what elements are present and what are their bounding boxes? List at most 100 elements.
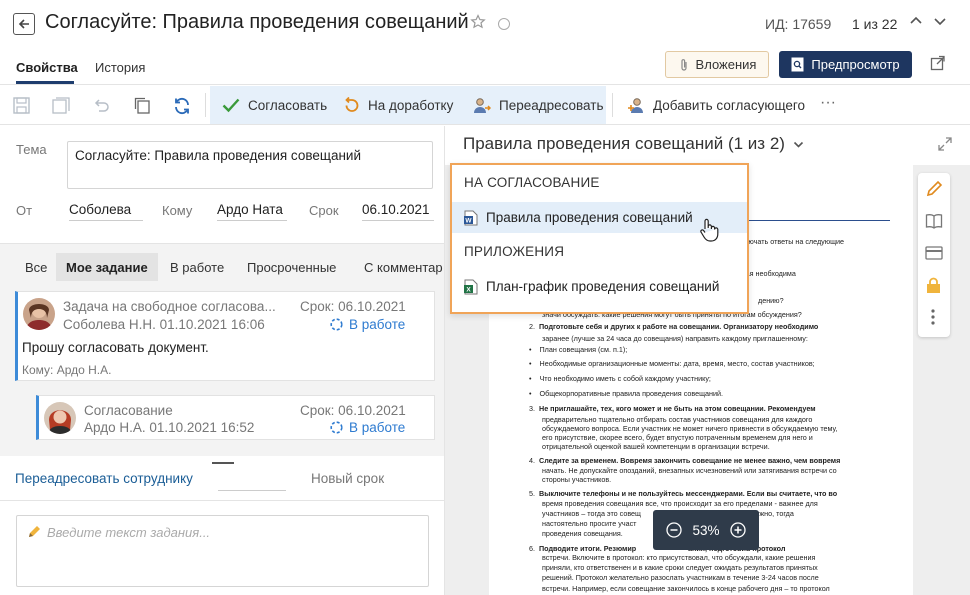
in-progress-icon [330, 318, 343, 331]
save-icon[interactable] [13, 97, 30, 114]
zoom-in-icon[interactable] [729, 522, 746, 538]
task-status: В работе [330, 317, 405, 332]
to-field[interactable]: Ардо Ната [217, 202, 287, 221]
rework-label: На доработку [368, 98, 454, 113]
deadline-field[interactable]: 06.10.2021 [362, 202, 434, 221]
page-text-line: приняли, кто ответственен и в какие срок… [542, 563, 818, 572]
page-text-line: дению? [758, 296, 784, 305]
toolbar-separator [205, 93, 206, 117]
document-selector[interactable]: Правила проведения совещаний (1 из 2) [463, 134, 804, 154]
zoom-level: 53% [692, 522, 720, 538]
page-text-line: отрицательной оценкой вашей компетенции … [542, 442, 770, 451]
add-approver-button[interactable]: Добавить согласующего [627, 97, 805, 114]
to-label: Кому [162, 203, 193, 218]
more-actions-button[interactable]: ··· [820, 94, 836, 112]
resize-handle[interactable] [212, 462, 234, 464]
page-text-line: • Что необходимо иметь с собой каждому у… [529, 374, 711, 383]
refresh-icon[interactable] [173, 97, 191, 115]
redirect-to-employee-link[interactable]: Переадресовать сотруднику [15, 471, 193, 486]
page-text-line: 4. Следите за временем. Вовремя закончит… [529, 456, 841, 465]
page-text-line: 5. Выключите телефоны и не пользуйтесь м… [529, 489, 838, 498]
task-author-date: Ардо Н.А. 01.10.2021 16:52 [84, 420, 255, 435]
employee-input[interactable] [218, 490, 286, 491]
svg-text:W: W [465, 217, 472, 224]
page-text-line: стороны участников. [542, 475, 612, 484]
dropdown-item-schedule[interactable]: X План-график проведения совещаний [452, 271, 747, 302]
avatar [44, 402, 76, 434]
in-progress-icon [330, 421, 343, 434]
save-all-icon[interactable] [52, 97, 70, 114]
document-title: Правила проведения совещаний (1 из 2) [463, 134, 785, 153]
filter-tab-with-comments[interactable]: С комментар [364, 260, 444, 275]
page-title: Согласуйте: Правила проведения совещаний [45, 11, 469, 33]
approve-button[interactable]: Согласовать [222, 97, 327, 113]
page-text-line: заранее (лучше за 24 часа до совещания) … [542, 334, 808, 343]
new-deadline-input[interactable]: Новый срок [311, 471, 384, 486]
approve-label: Согласовать [248, 97, 328, 113]
arrow-left-icon [18, 19, 29, 29]
from-field[interactable]: Соболева [69, 202, 143, 221]
zoom-out-icon[interactable] [666, 522, 683, 538]
document-counter: 1 из 22 [852, 16, 898, 32]
add-approver-label: Добавить согласующего [653, 98, 806, 113]
zoom-control: 53% [653, 510, 759, 550]
back-button[interactable] [13, 13, 35, 35]
dropdown-section-header: ПРИЛОЖЕНИЯ [464, 244, 565, 259]
edit-pencil-icon[interactable] [925, 180, 943, 198]
page-text-line: решений. Протокол желательно разослать у… [542, 573, 819, 582]
page-text-line: ключать ответы на следующие [741, 237, 845, 246]
book-icon[interactable] [925, 213, 943, 229]
user-redirect-icon [474, 98, 491, 113]
filter-tab-in-progress[interactable]: В работе [170, 260, 224, 275]
page-text-line: 3. Не приглашайте, тех, кого может и не … [529, 404, 816, 413]
chevron-down-icon [793, 141, 804, 148]
page-text-line: , какая необходима [731, 269, 796, 278]
chevron-down-icon[interactable] [933, 14, 947, 28]
redirect-button[interactable]: Переадресовать [473, 97, 604, 114]
filter-tab-overdue[interactable]: Просроченные [247, 260, 336, 275]
add-user-icon [628, 98, 643, 113]
task-title: Задача на свободное согласова... [63, 299, 276, 314]
return-icon [345, 97, 359, 112]
expand-icon[interactable] [937, 136, 953, 152]
card-icon[interactable] [925, 246, 943, 260]
paperclip-icon [680, 58, 687, 71]
task-recipient: Кому: Ардо Н.А. [22, 363, 112, 377]
lock-icon[interactable] [926, 277, 941, 294]
document-preview-icon [791, 57, 804, 72]
task-status: В работе [330, 420, 405, 435]
task-text-input[interactable]: Введите текст задания... [16, 515, 429, 587]
filter-tab-my-task[interactable]: Мое задание [56, 253, 158, 281]
svg-text:X: X [466, 286, 471, 293]
tab-properties[interactable]: Свойства [16, 60, 78, 75]
excel-file-icon: X [464, 279, 478, 294]
copy-icon[interactable] [134, 97, 150, 114]
topic-field[interactable]: Согласуйте: Правила проведения совещаний [67, 141, 433, 189]
task-deadline: Срок: 06.10.2021 [300, 403, 406, 418]
page-text-line: 2. Подготовьте себя и других к работе на… [529, 322, 819, 331]
attachments-button[interactable]: Вложения [665, 51, 769, 78]
checkmark-icon [222, 98, 240, 113]
pencil-icon [29, 526, 40, 537]
undo-icon[interactable] [93, 97, 110, 114]
section-divider [0, 500, 444, 501]
task-author-date: Соболева Н.Н. 01.10.2021 16:06 [63, 317, 265, 332]
from-label: От [16, 203, 33, 218]
toolbar-separator [612, 93, 613, 117]
chevron-up-icon[interactable] [909, 14, 923, 28]
dropdown-section-header: НА СОГЛАСОВАНИЕ [464, 175, 600, 190]
preview-button[interactable]: Предпросмотр [779, 51, 912, 78]
status-circle-icon[interactable] [498, 18, 510, 30]
page-text-line: • Общекорпоративные правила проведения с… [529, 389, 724, 398]
page-text-line: встречи. Включите в протокол: кто присут… [542, 553, 816, 562]
star-icon[interactable] [470, 14, 486, 30]
rework-button[interactable]: На доработку [343, 97, 453, 114]
task-deadline: Срок: 06.10.2021 [300, 299, 406, 314]
filter-tab-all[interactable]: Все [25, 260, 47, 275]
document-id: ИД: 17659 [765, 16, 832, 32]
open-external-icon[interactable] [930, 55, 946, 71]
redirect-label: Переадресовать [499, 98, 604, 113]
tab-history[interactable]: История [95, 60, 145, 75]
hand-cursor-icon [699, 218, 719, 242]
more-vertical-icon[interactable] [931, 309, 935, 325]
